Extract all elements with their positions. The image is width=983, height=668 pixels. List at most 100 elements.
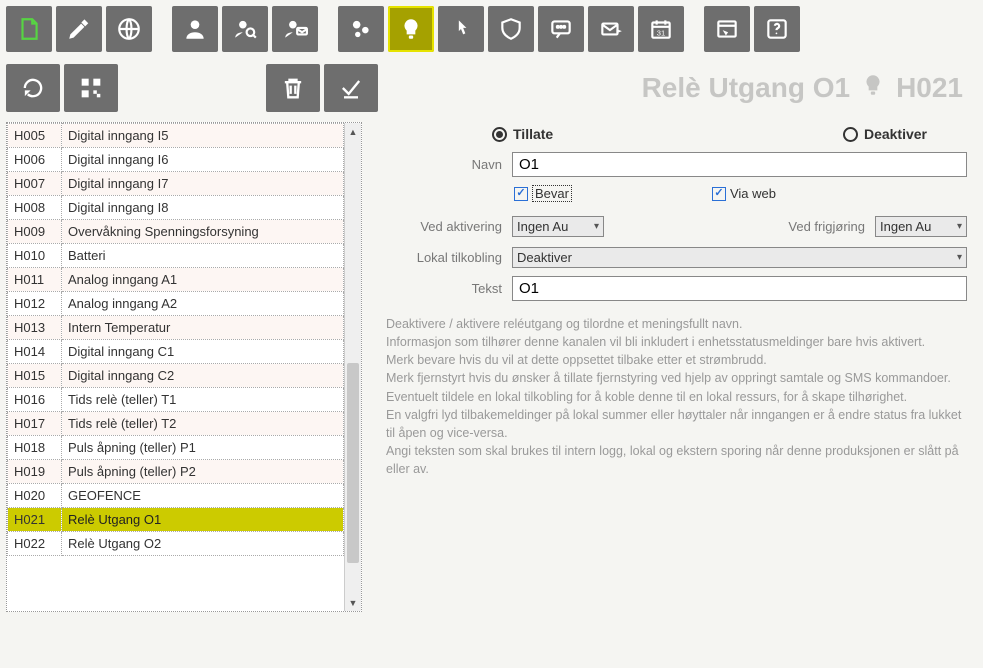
table-row[interactable]: H022Relè Utgang O2 [8,532,344,556]
delete-button[interactable] [266,64,320,112]
table-row[interactable]: H010Batteri [8,244,344,268]
help-text: Deaktivere / aktivere reléutgang og tilo… [382,309,967,478]
svg-text:31: 31 [657,29,665,38]
usb-button[interactable] [56,6,102,52]
apply-button[interactable] [324,64,378,112]
pointer-button[interactable] [438,6,484,52]
row-code: H016 [8,388,62,412]
row-code: H022 [8,532,62,556]
table-row[interactable]: H011Analog inngang A1 [8,268,344,292]
bulb-button[interactable] [388,6,434,52]
send-button[interactable] [588,6,634,52]
radio-unchecked-icon [843,127,858,142]
table-row[interactable]: H014Digital inngang C1 [8,340,344,364]
page-title-text: Relè Utgang O1 [642,72,850,104]
row-label: Digital inngang C2 [62,364,344,388]
row-code: H010 [8,244,62,268]
sub-toolbar: Relè Utgang O1 H021 [0,60,983,122]
viaweb-checkbox[interactable]: ✓ Via web [712,185,776,202]
table-row[interactable]: H008Digital inngang I8 [8,196,344,220]
chevron-down-icon: ▾ [594,221,599,232]
local-conn-label: Lokal tilkobling [382,250,512,265]
row-code: H005 [8,124,62,148]
radio-allow[interactable]: Tillate [492,126,553,142]
row-label: Digital inngang I5 [62,124,344,148]
row-code: H011 [8,268,62,292]
table-row[interactable]: H005Digital inngang I5 [8,124,344,148]
row-label: Puls åpning (teller) P2 [62,460,344,484]
name-input[interactable] [512,152,967,177]
row-label: Relè Utgang O2 [62,532,344,556]
scroll-up-icon[interactable]: ▲ [345,123,361,140]
row-code: H015 [8,364,62,388]
row-label: Batteri [62,244,344,268]
scroll-down-icon[interactable]: ▼ [345,594,361,611]
row-code: H007 [8,172,62,196]
calendar-button[interactable]: 31 [638,6,684,52]
message-button[interactable] [538,6,584,52]
on-activate-select[interactable]: Ingen Au ▾ [512,216,604,237]
table-row[interactable]: H017Tids relè (teller) T2 [8,412,344,436]
row-code: H019 [8,460,62,484]
on-activate-value: Ingen Au [517,219,568,234]
table-row[interactable]: H016Tids relè (teller) T1 [8,388,344,412]
row-code: H008 [8,196,62,220]
table-row[interactable]: H012Analog inngang A2 [8,292,344,316]
radio-disable[interactable]: Deaktiver [843,126,927,142]
settings-button[interactable] [338,6,384,52]
user-mail-button[interactable] [272,6,318,52]
row-label: Digital inngang I7 [62,172,344,196]
table-row[interactable]: H021Relè Utgang O1 [8,508,344,532]
row-label: Tids relè (teller) T1 [62,388,344,412]
row-code: H021 [8,508,62,532]
row-code: H017 [8,412,62,436]
radio-disable-label: Deaktiver [864,126,927,142]
page-title: Relè Utgang O1 H021 [642,72,963,105]
row-code: H013 [8,316,62,340]
help-button[interactable] [754,6,800,52]
row-code: H014 [8,340,62,364]
scroll-thumb[interactable] [347,363,359,563]
on-release-select[interactable]: Ingen Au ▾ [875,216,967,237]
preserve-label: Bevar [532,185,572,202]
row-label: Analog inngang A2 [62,292,344,316]
row-label: Relè Utgang O1 [62,508,344,532]
row-label: Overvåkning Spenningsforsyning [62,220,344,244]
name-label: Navn [382,157,512,172]
globe-button[interactable] [106,6,152,52]
table-row[interactable]: H018Puls åpning (teller) P1 [8,436,344,460]
table-row[interactable]: H007Digital inngang I7 [8,172,344,196]
table-row[interactable]: H013Intern Temperatur [8,316,344,340]
on-activate-label: Ved aktivering [382,219,512,234]
qr-button[interactable] [64,64,118,112]
preserve-checkbox[interactable]: ✓ Bevar [514,185,572,202]
refresh-button[interactable] [6,64,60,112]
table-row[interactable]: H009Overvåkning Spenningsforsyning [8,220,344,244]
text-input[interactable] [512,276,967,301]
user-button[interactable] [172,6,218,52]
row-label: Tids relè (teller) T2 [62,412,344,436]
table-row[interactable]: H020GEOFENCE [8,484,344,508]
table-row[interactable]: H015Digital inngang C2 [8,364,344,388]
user-search-button[interactable] [222,6,268,52]
row-label: Analog inngang A1 [62,268,344,292]
file-button[interactable] [6,6,52,52]
table-row[interactable]: H006Digital inngang I6 [8,148,344,172]
row-code: H006 [8,148,62,172]
shield-button[interactable] [488,6,534,52]
row-label: Puls åpning (teller) P1 [62,436,344,460]
checkbox-checked-icon: ✓ [712,187,726,201]
row-label: Digital inngang I8 [62,196,344,220]
row-code: H012 [8,292,62,316]
chevron-down-icon: ▾ [957,221,962,232]
local-conn-select[interactable]: Deaktiver ▾ [512,247,967,268]
window-button[interactable] [704,6,750,52]
chevron-down-icon: ▾ [957,252,962,263]
viaweb-label: Via web [730,186,776,201]
radio-allow-label: Tillate [513,126,553,142]
table-row[interactable]: H019Puls åpning (teller) P2 [8,460,344,484]
on-release-label: Ved frigjøring [604,219,875,234]
row-label: Intern Temperatur [62,316,344,340]
list-scrollbar[interactable]: ▲ ▼ [344,123,361,611]
row-code: H009 [8,220,62,244]
